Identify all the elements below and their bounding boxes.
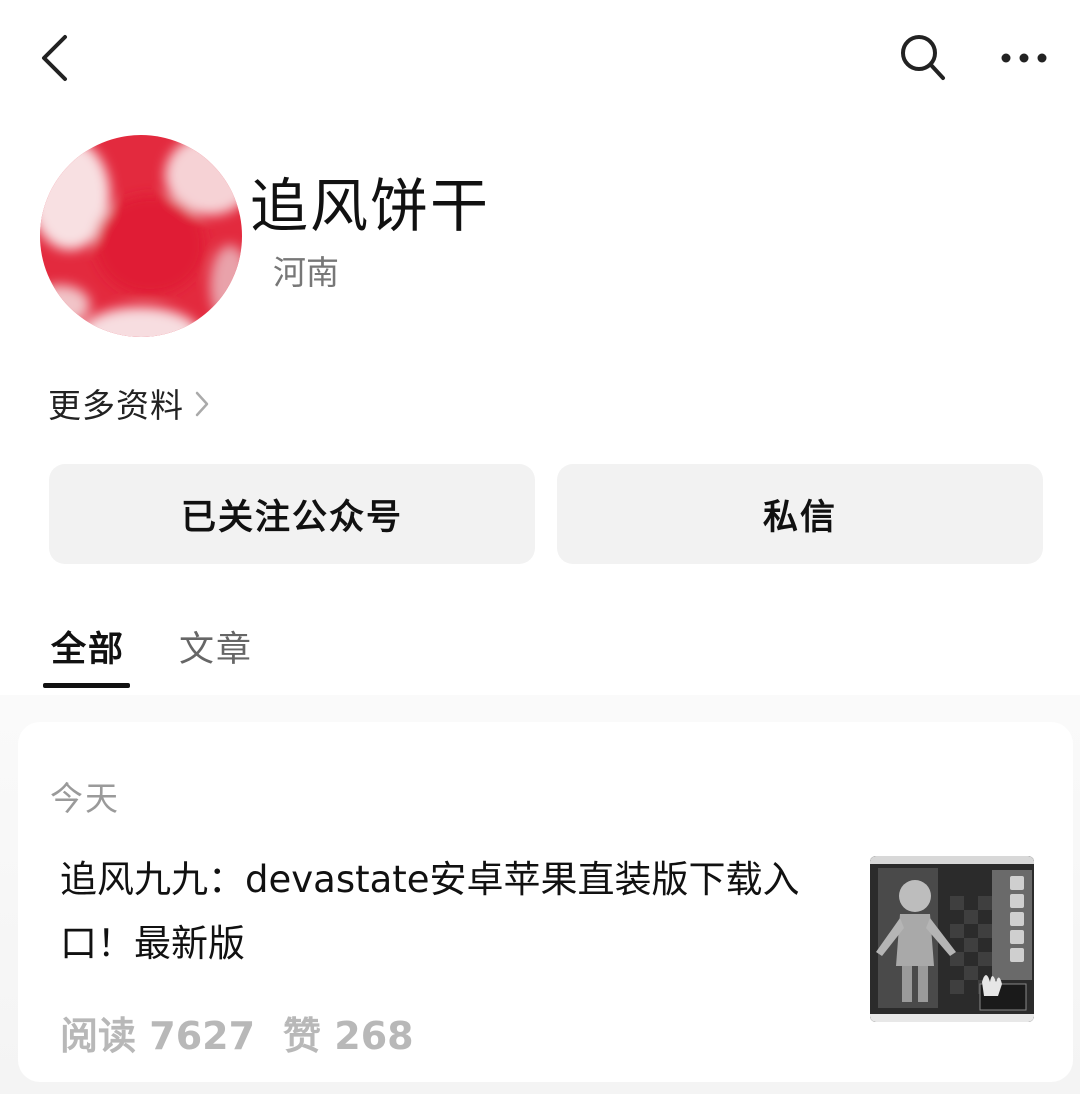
more-info-label: 更多资料 [48, 386, 184, 425]
followed-account-button[interactable]: 已关注公众号 [49, 464, 535, 564]
like-label: 赞 [283, 1014, 322, 1058]
more-dots-icon [1001, 53, 1047, 63]
profile-region: 河南 [273, 253, 339, 292]
avatar-image [40, 135, 242, 337]
game-screenshot-image [870, 856, 1034, 1022]
article-stats: 阅读 7627 赞 268 [60, 1005, 414, 1060]
top-bar [0, 0, 1080, 110]
more-options-button[interactable] [996, 28, 1052, 88]
avatar[interactable] [40, 135, 242, 337]
more-info-link[interactable]: 更多资料 [48, 378, 210, 428]
like-stat: 赞 268 [283, 1005, 414, 1060]
tab-all[interactable]: 全部 [51, 627, 125, 673]
private-message-button[interactable]: 私信 [557, 464, 1043, 564]
content-tabs: 全部 文章 [0, 615, 1080, 695]
tab-articles[interactable]: 文章 [179, 627, 253, 673]
article-thumbnail[interactable] [870, 856, 1034, 1022]
read-count: 7627 [149, 1014, 256, 1058]
search-button[interactable] [892, 28, 954, 88]
back-button[interactable] [28, 28, 80, 88]
search-icon [901, 35, 945, 80]
article-card[interactable]: 今天 追风九九：devastate安卓苹果直装版下载入口！最新版 阅读 7627… [18, 722, 1073, 1082]
chevron-left-icon [42, 35, 67, 81]
like-count: 268 [334, 1014, 414, 1058]
active-tab-indicator [43, 683, 130, 688]
profile-name: 追风饼干 [250, 172, 491, 240]
read-stat: 阅读 7627 [60, 1005, 255, 1060]
date-label: 今天 [50, 779, 120, 818]
article-title[interactable]: 追风九九：devastate安卓苹果直装版下载入口！最新版 [60, 848, 805, 976]
read-label: 阅读 [60, 1014, 137, 1058]
chevron-right-icon [195, 391, 209, 417]
